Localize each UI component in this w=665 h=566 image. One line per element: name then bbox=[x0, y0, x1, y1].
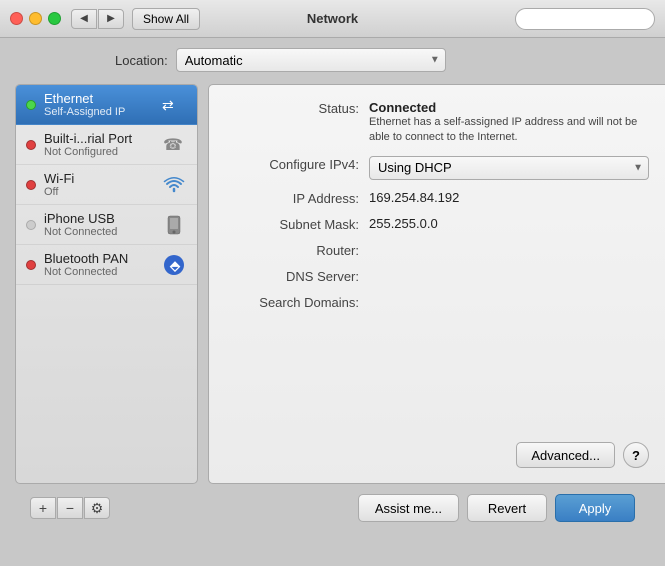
bottom-bar: + − ⚙ Assist me... Revert Apply bbox=[15, 484, 650, 530]
info-grid: Status: Connected Ethernet has a self-as… bbox=[229, 100, 649, 432]
ethernet-status-dot bbox=[26, 100, 36, 110]
builtin-status-dot bbox=[26, 140, 36, 150]
sidebar-item-builtin[interactable]: Built-i...rial Port Not Configured ☎ bbox=[16, 125, 197, 165]
subnet-value: 255.255.0.0 bbox=[369, 216, 649, 231]
bluetooth-icon: ⬘ bbox=[161, 255, 187, 275]
sidebar-item-wifi[interactable]: Wi-Fi Off bbox=[16, 165, 197, 205]
sidebar-item-ethernet[interactable]: Ethernet Self-Assigned IP ⇄ bbox=[16, 85, 197, 125]
dns-row: DNS Server: bbox=[229, 268, 649, 284]
location-label: Location: bbox=[115, 53, 168, 68]
ethernet-name: Ethernet bbox=[44, 91, 161, 106]
revert-button[interactable]: Revert bbox=[467, 494, 547, 522]
wifi-name: Wi-Fi bbox=[44, 171, 161, 186]
wifi-status-dot bbox=[26, 180, 36, 190]
location-row: Location: Automatic ▼ bbox=[15, 48, 650, 72]
titlebar: ◀ ▶ Show All Network bbox=[0, 0, 665, 38]
status-value: Connected bbox=[369, 100, 436, 115]
status-row: Status: Connected Ethernet has a self-as… bbox=[229, 100, 649, 146]
router-label: Router: bbox=[229, 242, 369, 258]
nav-buttons: ◀ ▶ bbox=[71, 9, 124, 29]
configure-row: Configure IPv4: Using DHCP ▼ bbox=[229, 156, 649, 180]
window-title: Network bbox=[307, 11, 358, 26]
builtin-name: Built-i...rial Port bbox=[44, 131, 161, 146]
ip-row: IP Address: 169.254.84.192 bbox=[229, 190, 649, 206]
ethernet-text: Ethernet Self-Assigned IP bbox=[44, 91, 161, 118]
search-domains-label: Search Domains: bbox=[229, 294, 369, 310]
add-network-button[interactable]: + bbox=[30, 497, 56, 519]
help-button[interactable]: ? bbox=[623, 442, 649, 468]
builtin-sub: Not Configured bbox=[44, 146, 161, 158]
remove-network-button[interactable]: − bbox=[57, 497, 83, 519]
bottom-right-buttons: Assist me... Revert Apply bbox=[358, 494, 635, 522]
sidebar-item-iphone[interactable]: iPhone USB Not Connected bbox=[16, 205, 197, 245]
status-value-group: Connected Ethernet has a self-assigned I… bbox=[369, 100, 649, 146]
maximize-button[interactable] bbox=[48, 12, 61, 25]
iphone-status-dot bbox=[26, 220, 36, 230]
bluetooth-sub: Not Connected bbox=[44, 266, 161, 278]
configure-label: Configure IPv4: bbox=[229, 156, 369, 172]
search-input[interactable] bbox=[524, 12, 646, 26]
apply-button[interactable]: Apply bbox=[555, 494, 635, 522]
iphone-sub: Not Connected bbox=[44, 226, 161, 238]
close-button[interactable] bbox=[10, 12, 23, 25]
dns-label: DNS Server: bbox=[229, 268, 369, 284]
bluetooth-status-dot bbox=[26, 260, 36, 270]
ip-value: 169.254.84.192 bbox=[369, 190, 649, 205]
sidebar-controls: + − ⚙ bbox=[30, 497, 110, 519]
iphone-text: iPhone USB Not Connected bbox=[44, 211, 161, 238]
sidebar: Ethernet Self-Assigned IP ⇄ Built-i...ri… bbox=[15, 84, 198, 484]
detail-bottom: Advanced... ? bbox=[229, 442, 649, 468]
bluetooth-text: Bluetooth PAN Not Connected bbox=[44, 251, 161, 278]
ip-label: IP Address: bbox=[229, 190, 369, 206]
wifi-sub: Off bbox=[44, 186, 161, 198]
configure-select-wrapper: Using DHCP ▼ bbox=[369, 156, 649, 180]
builtin-text: Built-i...rial Port Not Configured bbox=[44, 131, 161, 158]
ethernet-icon: ⇄ bbox=[161, 95, 187, 115]
iphone-icon bbox=[161, 215, 187, 235]
router-row: Router: bbox=[229, 242, 649, 258]
search-box[interactable] bbox=[515, 8, 655, 30]
location-select[interactable]: Automatic bbox=[176, 48, 446, 72]
bluetooth-name: Bluetooth PAN bbox=[44, 251, 161, 266]
status-label: Status: bbox=[229, 100, 369, 116]
subnet-row: Subnet Mask: 255.255.0.0 bbox=[229, 216, 649, 232]
gear-button[interactable]: ⚙ bbox=[84, 497, 110, 519]
show-all-button[interactable]: Show All bbox=[132, 8, 200, 30]
svg-text:⇄: ⇄ bbox=[162, 97, 174, 113]
assist-me-button[interactable]: Assist me... bbox=[358, 494, 459, 522]
ethernet-sub: Self-Assigned IP bbox=[44, 106, 161, 118]
back-button[interactable]: ◀ bbox=[71, 9, 97, 29]
subnet-label: Subnet Mask: bbox=[229, 216, 369, 232]
builtin-icon: ☎ bbox=[161, 135, 187, 155]
forward-button[interactable]: ▶ bbox=[98, 9, 124, 29]
wifi-text: Wi-Fi Off bbox=[44, 171, 161, 198]
iphone-name: iPhone USB bbox=[44, 211, 161, 226]
sidebar-item-bluetooth[interactable]: Bluetooth PAN Not Connected ⬘ bbox=[16, 245, 197, 285]
wifi-icon bbox=[161, 175, 187, 195]
svg-text:☎: ☎ bbox=[163, 137, 183, 154]
advanced-button[interactable]: Advanced... bbox=[516, 442, 615, 468]
main-content: Location: Automatic ▼ Ethernet Self-Assi… bbox=[0, 38, 665, 540]
configure-select[interactable]: Using DHCP bbox=[369, 156, 649, 180]
search-domains-row: Search Domains: bbox=[229, 294, 649, 310]
location-select-wrapper: Automatic ▼ bbox=[176, 48, 446, 72]
traffic-lights bbox=[10, 12, 61, 25]
status-note: Ethernet has a self-assigned IP address … bbox=[369, 115, 649, 146]
minimize-button[interactable] bbox=[29, 12, 42, 25]
svg-text:⬘: ⬘ bbox=[169, 258, 181, 273]
panel-area: Ethernet Self-Assigned IP ⇄ Built-i...ri… bbox=[15, 84, 650, 484]
detail-panel: Status: Connected Ethernet has a self-as… bbox=[208, 84, 665, 484]
